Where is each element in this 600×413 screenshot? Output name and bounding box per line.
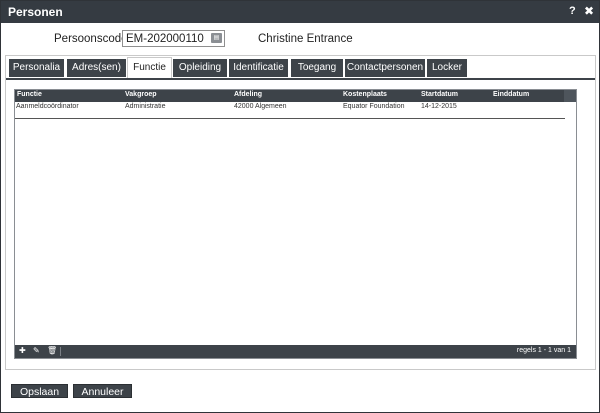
trash-icon[interactable]: 🗑 [47, 346, 57, 355]
pager-text: regels 1 - 1 van 1 [516, 347, 571, 354]
column-header-afdeling[interactable]: Afdeling [234, 91, 262, 98]
save-button[interactable]: Opslaan [11, 384, 68, 398]
cancel-button[interactable]: Annuleer [73, 384, 132, 398]
help-button[interactable]: ? [569, 5, 576, 17]
plus-icon[interactable]: ✚ [19, 346, 26, 355]
cell-functie: Aanmeldcoördinator [16, 103, 79, 110]
tab-identificatie[interactable]: Identificatie [229, 59, 288, 77]
column-header-functie[interactable]: Functie [17, 91, 42, 98]
column-header-vakgroep[interactable]: Vakgroep [125, 91, 157, 98]
cell-kostenplaats: Equator Foundation [343, 103, 405, 110]
tab-contactpersonen[interactable]: Contactpersonen [345, 59, 425, 77]
person-code-label: Persoonscode: [54, 33, 131, 45]
id-card-icon[interactable]: ▤ [211, 33, 222, 43]
header-scroll-corner [564, 90, 576, 102]
cell-vakgroep: Administratie [125, 103, 166, 110]
grid-footer: ✚ ✎ 🗑 regels 1 - 1 van 1 [15, 345, 576, 358]
tab-adressen[interactable]: Adres(sen) [67, 59, 126, 77]
pencil-icon[interactable]: ✎ [33, 346, 40, 355]
column-header-startdatum[interactable]: Startdatum [421, 91, 458, 98]
title-bar: Personen ? ✖ [1, 1, 599, 23]
cell-afdeling: 42000 Algemeen [234, 103, 287, 110]
person-name: Christine Entrance [258, 33, 353, 45]
tab-toegang[interactable]: Toegang [291, 59, 343, 77]
tab-personalia[interactable]: Personalia [9, 59, 64, 77]
footer-divider [60, 347, 61, 356]
tab-underline [6, 78, 595, 80]
column-header-kostenplaats[interactable]: Kostenplaats [343, 91, 387, 98]
function-grid: Functie Vakgroep Afdeling Kostenplaats S… [14, 89, 577, 359]
cell-startdatum: 14-12-2015 [421, 103, 457, 110]
tab-opleiding[interactable]: Opleiding [173, 59, 227, 77]
tab-functie[interactable]: Functie [127, 57, 172, 79]
personen-dialog: Personen ? ✖ Persoonscode: ▤ Christine E… [0, 0, 600, 413]
close-button[interactable]: ✖ [584, 4, 594, 18]
column-header-einddatum[interactable]: Einddatum [493, 91, 529, 98]
window-title: Personen [8, 5, 63, 19]
tab-locker[interactable]: Locker [427, 59, 467, 77]
row-divider [15, 118, 565, 119]
grid-header: Functie Vakgroep Afdeling Kostenplaats S… [15, 90, 576, 102]
person-code-input[interactable] [122, 30, 225, 47]
tab-bar: Personalia Adres(sen) Functie Opleiding … [6, 56, 595, 79]
table-row[interactable]: Aanmeldcoördinator Administratie 42000 A… [15, 102, 564, 112]
